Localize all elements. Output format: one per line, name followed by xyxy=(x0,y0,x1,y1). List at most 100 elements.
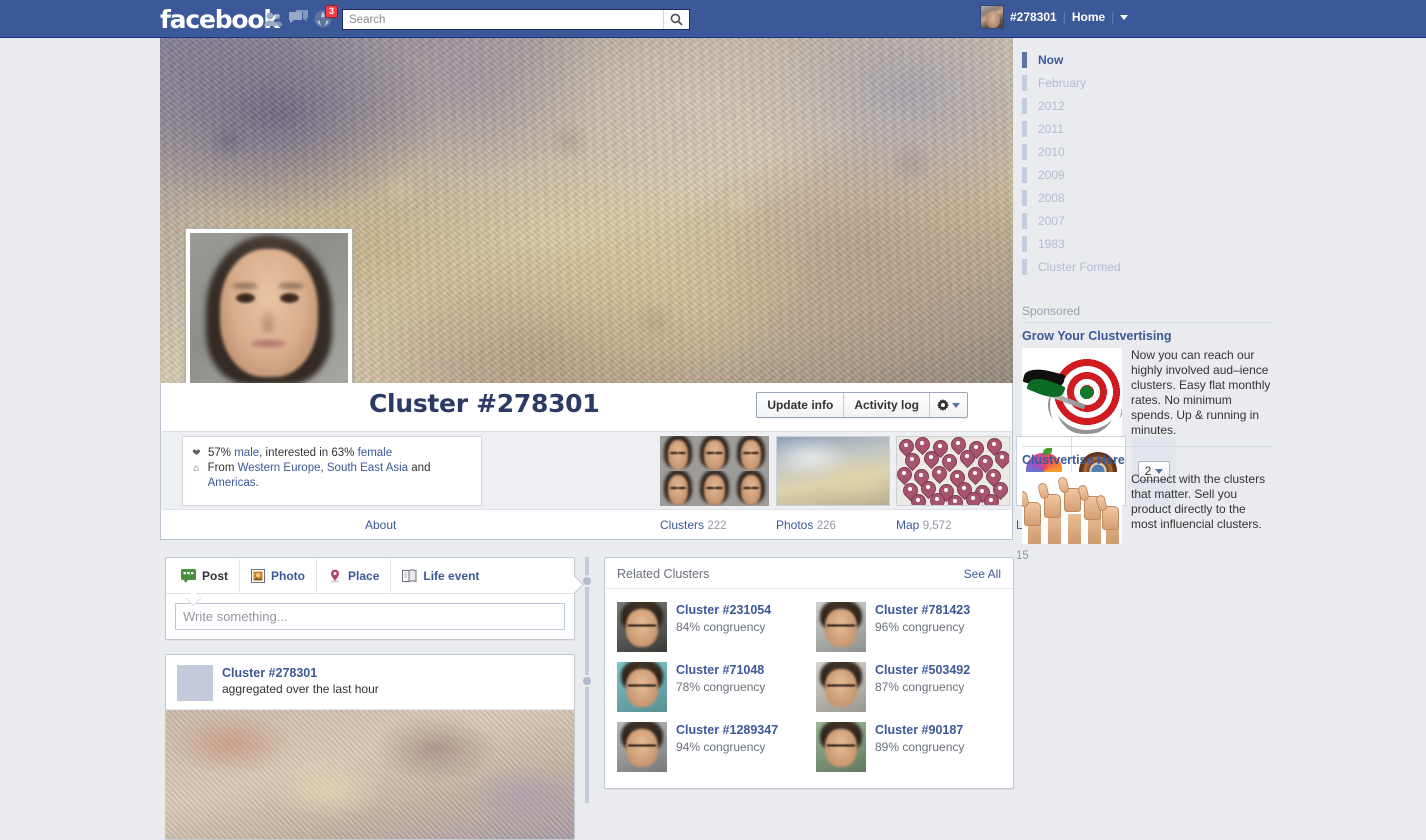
list-item[interactable]: Cluster #781423 96% congruency xyxy=(816,602,1001,652)
search-input[interactable] xyxy=(343,10,663,29)
timeline-nav-cluster-formed[interactable]: Cluster Formed xyxy=(1022,255,1288,278)
cluster-congruency: 78% congruency xyxy=(676,680,766,694)
cover-photo[interactable] xyxy=(160,38,1013,383)
timeline-nav-2011[interactable]: 2011 xyxy=(1022,117,1288,140)
ad-grow-your-clustvertising[interactable]: Grow Your Clustvertising Now you can rea… xyxy=(1022,322,1274,446)
post-header: Cluster #278301 aggregated over the last… xyxy=(166,655,574,709)
timeline-nav-1983[interactable]: 1983 xyxy=(1022,232,1288,255)
timeline-dot xyxy=(581,675,593,687)
photos-thumbnail-tile[interactable] xyxy=(776,436,890,506)
post-composer: Post Photo Place Life event Write someth… xyxy=(165,557,575,640)
place-link-0[interactable]: Western Europe xyxy=(238,462,321,474)
map-thumbnail-tile[interactable] xyxy=(896,436,1010,506)
ad-title[interactable]: Clustvertise Here xyxy=(1022,453,1274,472)
post-image[interactable] xyxy=(166,709,574,839)
list-item[interactable]: Cluster #503492 87% congruency xyxy=(816,662,1001,712)
see-all-link[interactable]: See All xyxy=(964,567,1001,581)
place-link-2[interactable]: Americas xyxy=(208,477,256,489)
composer-input[interactable] xyxy=(175,603,565,630)
timeline-nav-label: Cluster Formed xyxy=(1038,259,1121,274)
list-item[interactable]: Cluster #231054 84% congruency xyxy=(617,602,802,652)
messages-icon[interactable] xyxy=(288,9,309,29)
timeline-nav-2007[interactable]: 2007 xyxy=(1022,209,1288,232)
cluster-congruency: 94% congruency xyxy=(676,740,766,754)
cluster-thumbnail xyxy=(617,602,667,652)
list-item[interactable]: Cluster #71048 78% congruency xyxy=(617,662,802,712)
about-summary-box: ❤ 57% male, interested in 63% female ⌂ F… xyxy=(182,436,482,506)
composer-body xyxy=(166,594,574,639)
timeline-nav-february[interactable]: February xyxy=(1022,71,1288,94)
activity-log-button[interactable]: Activity log xyxy=(844,393,930,417)
timeline-nav-label: 2010 xyxy=(1038,144,1065,159)
timeline-right-column: Related Clusters See All Cluster #231054… xyxy=(604,557,1014,789)
timeline-left-column: Post Photo Place Life event Write someth… xyxy=(165,557,575,840)
list-item[interactable]: Cluster #90187 89% congruency xyxy=(816,722,1001,772)
gear-icon xyxy=(937,399,949,411)
timeline-nav-label: 2007 xyxy=(1038,213,1065,228)
avatar xyxy=(980,5,1004,29)
sponsored-label: Sponsored xyxy=(1022,304,1081,318)
settings-menu-button[interactable] xyxy=(930,393,967,417)
timeline-nav-label: February xyxy=(1038,75,1087,90)
cluster-name[interactable]: Cluster #1289347 xyxy=(676,722,778,739)
cluster-congruency: 84% congruency xyxy=(676,620,766,634)
life-event-icon xyxy=(402,568,417,582)
chevron-down-icon[interactable] xyxy=(1120,14,1129,20)
composer-tab-photo[interactable]: Photo xyxy=(240,558,318,593)
map-pins xyxy=(897,437,1009,505)
facebook-logo[interactable]: facebook xyxy=(160,6,280,33)
cluster-name[interactable]: Cluster #781423 xyxy=(875,602,970,619)
cluster-name[interactable]: Cluster #71048 xyxy=(676,662,765,679)
interested-text: , interested in 63% xyxy=(259,447,358,459)
search-box[interactable] xyxy=(342,9,690,30)
tab-map[interactable]: Map 9,572 xyxy=(896,510,951,540)
user-menu[interactable]: #278301 | Home | xyxy=(980,5,1129,29)
page-title: Cluster #278301 xyxy=(369,389,600,418)
friends-icon[interactable] xyxy=(263,9,284,29)
related-clusters-header: Related Clusters See All xyxy=(605,558,1013,589)
update-info-button[interactable]: Update info xyxy=(757,393,845,417)
interested-link[interactable]: female xyxy=(358,447,393,459)
timeline-nav-label: 2012 xyxy=(1038,98,1065,113)
period: . xyxy=(255,477,259,489)
gender-link[interactable]: male xyxy=(234,447,259,459)
user-name-label: #278301 xyxy=(1010,10,1057,24)
about-gender-text: 57% male, interested in 63% female xyxy=(208,446,392,461)
ad-title[interactable]: Grow Your Clustvertising xyxy=(1022,329,1274,348)
tab-photos-count: 226 xyxy=(816,520,836,532)
right-rail: Now February 2012 2011 2010 2009 2008 20… xyxy=(1022,38,1288,552)
tab-clusters[interactable]: Clusters 222 xyxy=(660,510,727,540)
composer-tab-place-label: Place xyxy=(348,568,380,583)
cluster-name[interactable]: Cluster #503492 xyxy=(875,662,970,679)
post-author-link[interactable]: Cluster #278301 xyxy=(222,665,379,681)
composer-tab-post[interactable]: Post xyxy=(170,558,241,593)
related-clusters-panel: Related Clusters See All Cluster #231054… xyxy=(604,557,1014,789)
timeline-nav-2012[interactable]: 2012 xyxy=(1022,94,1288,117)
search-button[interactable] xyxy=(663,10,689,29)
cluster-name[interactable]: Cluster #231054 xyxy=(676,602,771,619)
cluster-name[interactable]: Cluster #90187 xyxy=(875,722,964,739)
composer-tab-place[interactable]: Place xyxy=(317,558,392,593)
timeline-year-navigation: Now February 2012 2011 2010 2009 2008 20… xyxy=(1022,38,1288,278)
tab-photos-label: Photos xyxy=(776,518,814,532)
post-avatar xyxy=(177,665,213,701)
tab-photos[interactable]: Photos 226 xyxy=(776,510,836,540)
notification-badge[interactable]: 3 xyxy=(325,5,339,18)
place-link-1[interactable]: South East Asia xyxy=(327,462,408,474)
top-navigation-bar: facebook 3 Search #278301 | Home | xyxy=(0,0,1426,38)
timeline-nav-2008[interactable]: 2008 xyxy=(1022,186,1288,209)
photo-icon xyxy=(251,568,266,583)
gender-percent: 57% xyxy=(208,447,235,459)
post-meta-text: aggregated over the last hour xyxy=(222,682,379,696)
profile-picture[interactable] xyxy=(185,228,353,383)
home-link[interactable]: Home xyxy=(1072,10,1105,24)
clusters-thumbnail-tile[interactable] xyxy=(660,436,769,506)
timeline-nav-2010[interactable]: 2010 xyxy=(1022,140,1288,163)
timeline-nav-2009[interactable]: 2009 xyxy=(1022,163,1288,186)
composer-tab-life-event[interactable]: Life event xyxy=(391,559,490,593)
ad-clustvertise-here[interactable]: Clustvertise Here Connect with the clust… xyxy=(1022,446,1274,552)
list-item[interactable]: Cluster #1289347 94% congruency xyxy=(617,722,802,772)
composer-tab-post-label: Post xyxy=(202,568,229,583)
timeline-nav-now[interactable]: Now xyxy=(1022,48,1288,71)
tab-about[interactable]: About xyxy=(365,510,396,540)
